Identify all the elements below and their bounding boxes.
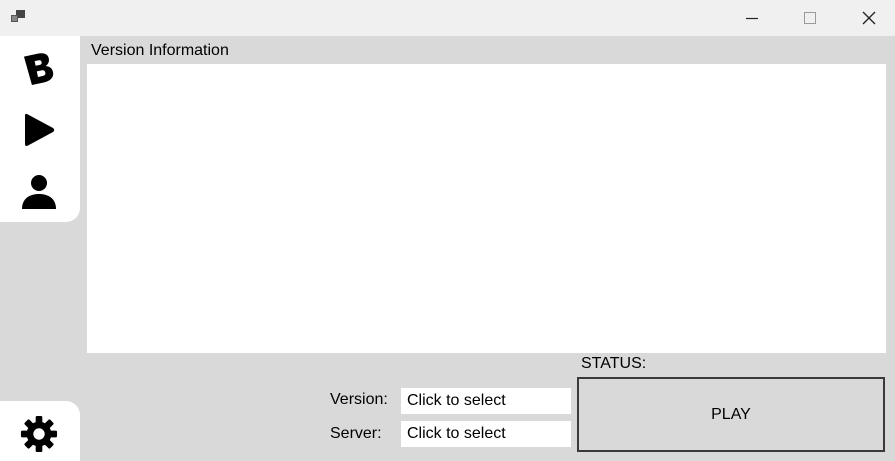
version-information-label: Version Information [91, 42, 229, 59]
close-icon [862, 11, 876, 25]
settings-button[interactable] [19, 414, 59, 454]
minimize-button[interactable] [729, 0, 775, 36]
minimize-icon [746, 17, 758, 20]
maximize-button[interactable] [787, 0, 833, 36]
gear-icon [20, 415, 58, 453]
server-label: Server: [330, 425, 382, 442]
title-bar [0, 0, 895, 36]
version-information-panel [87, 64, 886, 353]
status-label: STATUS: [581, 355, 647, 372]
launcher-window: Version Information STATUS: Version: Cli… [0, 0, 895, 461]
b-logo-icon [23, 53, 54, 86]
app-windows-icon [10, 9, 26, 25]
server-select[interactable]: Click to select [401, 421, 571, 447]
version-select[interactable]: Click to select [401, 388, 571, 414]
play-icon [25, 113, 55, 146]
maximize-icon [804, 12, 816, 24]
user-icon [22, 175, 56, 209]
play-button[interactable]: PLAY [577, 377, 885, 452]
sidebar-item-home[interactable] [19, 48, 59, 88]
close-button[interactable] [846, 0, 892, 36]
version-label: Version: [330, 391, 388, 408]
sidebar-item-account[interactable] [19, 172, 59, 212]
play-button-label: PLAY [711, 405, 751, 423]
sidebar-settings-panel [0, 401, 80, 461]
sidebar-item-play[interactable] [19, 110, 59, 150]
sidebar-nav [0, 36, 80, 222]
